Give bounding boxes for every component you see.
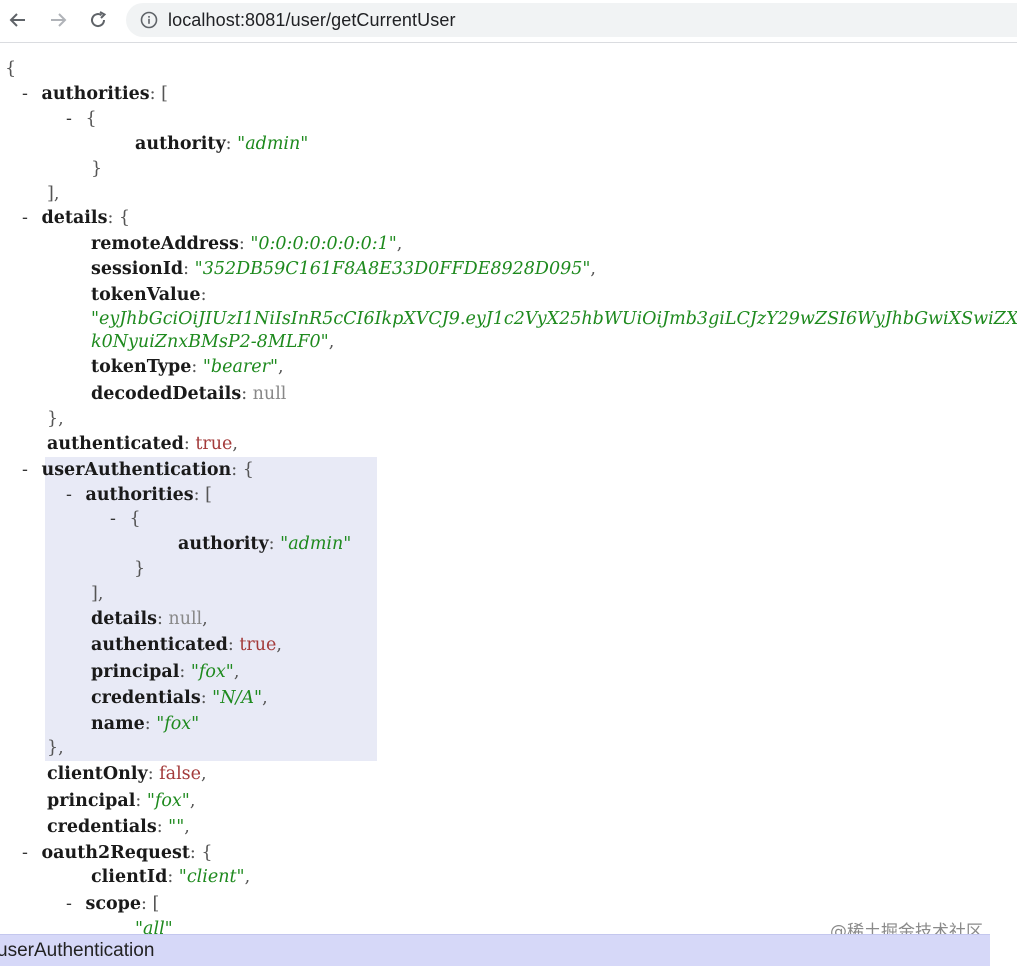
json-line: authenticated: true,	[91, 635, 282, 655]
json-line: principal: "fox",	[47, 791, 196, 811]
json-line: },	[47, 738, 64, 758]
json-line: ],	[91, 584, 104, 604]
json-line: "all"	[135, 919, 173, 934]
json-line: remoteAddress: "0:0:0:0:0:0:0:1",	[91, 234, 403, 254]
json-viewer: { - authorities: [ - { authority: "admin…	[0, 44, 1017, 934]
json-line: credentials: "N/A",	[91, 688, 268, 708]
json-line: - scope: [	[66, 894, 160, 914]
json-line: tokenValue:	[91, 285, 207, 305]
collapse-toggle[interactable]: -	[66, 485, 77, 505]
json-line: k0NyuiZnxBMsP2-8MLF0",	[91, 332, 335, 352]
status-path: userAuthentication	[0, 940, 155, 961]
info-icon[interactable]	[139, 10, 159, 30]
json-line: sessionId: "352DB59C161F8A8E33D0FFDE8928…	[91, 259, 596, 279]
json-line: credentials: "",	[47, 817, 190, 837]
json-line: - authorities: [	[66, 485, 212, 505]
json-line: },	[47, 409, 64, 429]
json-line: details: null,	[91, 609, 208, 629]
json-line: ],	[47, 184, 60, 204]
json-line: clientId: "client",	[91, 867, 251, 887]
json-line: }	[134, 559, 146, 579]
json-line: authenticated: true,	[47, 434, 238, 454]
json-line: tokenType: "bearer",	[91, 357, 284, 377]
json-line: authority: "admin"	[178, 534, 352, 554]
url-text[interactable]: localhost:8081/user/getCurrentUser	[168, 10, 456, 31]
forward-arrow-icon[interactable]	[44, 6, 72, 34]
browser-toolbar: localhost:8081/user/getCurrentUser	[0, 0, 1017, 43]
back-arrow-icon[interactable]	[4, 6, 32, 34]
json-line: - userAuthentication: {	[22, 460, 254, 480]
json-line: name: "fox"	[91, 714, 200, 734]
collapse-toggle[interactable]: -	[110, 509, 121, 529]
collapse-toggle[interactable]: -	[66, 109, 77, 129]
json-line: - details: {	[22, 208, 131, 228]
json-line: principal: "fox",	[91, 662, 240, 682]
json-line: {	[5, 59, 17, 79]
collapse-toggle[interactable]: -	[22, 84, 33, 104]
status-bar: userAuthentication	[0, 934, 990, 966]
reload-icon[interactable]	[84, 6, 112, 34]
json-line: - {	[110, 509, 141, 529]
json-line: authority: "admin"	[135, 134, 309, 154]
json-line: - oauth2Request: {	[22, 843, 213, 863]
json-line: - {	[66, 109, 97, 129]
collapse-toggle[interactable]: -	[22, 843, 33, 863]
collapse-toggle[interactable]: -	[22, 460, 33, 480]
collapse-toggle[interactable]: -	[66, 894, 77, 914]
json-line: clientOnly: false,	[47, 764, 207, 784]
json-line: decodedDetails: null	[91, 384, 287, 404]
address-bar[interactable]: localhost:8081/user/getCurrentUser	[126, 3, 1017, 37]
json-line: - authorities: [	[22, 84, 168, 104]
json-line: }	[91, 159, 103, 179]
collapse-toggle[interactable]: -	[22, 208, 33, 228]
